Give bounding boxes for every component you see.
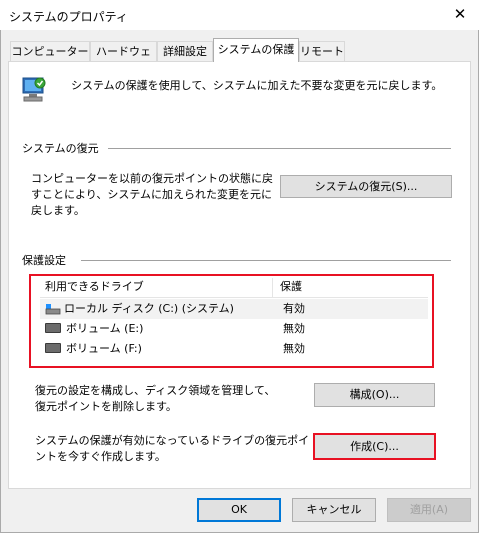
list-item[interactable]: ボリューム (F:) 無効 [40,339,428,359]
column-header-drive[interactable]: 利用できるドライブ [40,278,273,298]
drive-icon [45,323,61,333]
drive-icon [45,343,61,353]
drive-status: 有効 [283,302,305,315]
drive-name: ローカル ディスク (C:) (システム) [64,302,234,315]
cancel-button[interactable]: キャンセル [292,498,376,522]
protection-section-title: 保護設定 [22,254,66,267]
intro-text: システムの保護を使用して、システムに加えた不要な変更を元に戻します。 [71,79,443,92]
drive-status: 無効 [283,342,305,355]
drive-name: ボリューム (F:) [66,342,142,355]
system-drive-icon [45,302,61,315]
drive-name: ボリューム (E:) [66,322,144,335]
ok-button[interactable]: OK [197,498,281,522]
tab-remote[interactable]: リモート [299,41,345,61]
apply-button[interactable]: 適用(A) [387,498,471,522]
configure-description: 復元の設定を構成し、ディスク領域を管理して、復元ポイントを削除します。 [35,384,276,413]
divider [81,260,451,261]
list-item[interactable]: ローカル ディスク (C:) (システム) 有効 [40,299,428,319]
window-title: システムのプロパティ [9,10,128,24]
close-icon[interactable]: ✕ [449,3,471,25]
restore-section-title: システムの復元 [22,142,99,155]
tab-advanced[interactable]: 詳細設定 [157,41,213,61]
tab-computer-name[interactable]: コンピューター名 [10,41,90,77]
column-header-protection[interactable]: 保護 [273,278,428,298]
create-button[interactable]: 作成(C)... [313,433,436,460]
tab-system-protection[interactable]: システムの保護 [213,38,299,62]
create-description: システムの保護が有効になっているドライブの復元ポイントを今すぐ作成します。 [35,434,310,463]
drive-status: 無効 [283,322,305,335]
tab-hardware[interactable]: ハードウェア [90,41,157,77]
divider [108,148,451,149]
system-restore-button[interactable]: システムの復元(S)... [280,175,452,198]
system-protection-icon [20,75,46,105]
configure-button[interactable]: 構成(O)... [314,383,435,407]
list-item[interactable]: ボリューム (E:) 無効 [40,319,428,339]
restore-description: コンピューターを以前の復元ポイントの状態に戻すことにより、システムに加えられた変… [31,172,273,217]
